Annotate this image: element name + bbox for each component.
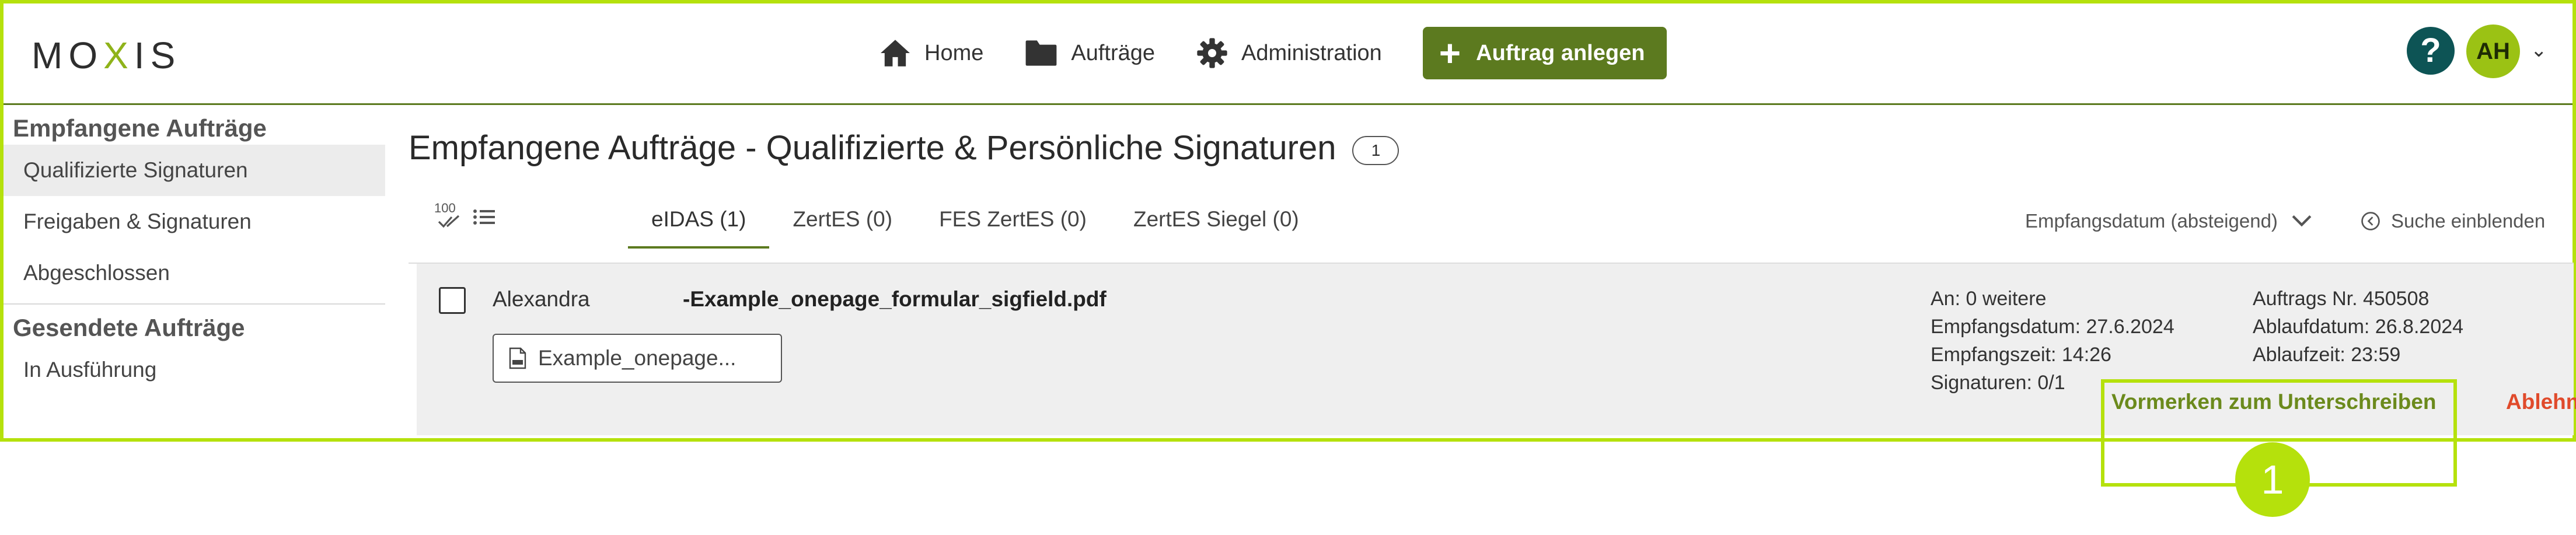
page-title-text: Empfangene Aufträge - Qualifizierte & Pe…	[409, 129, 1336, 167]
sidebar-item-completed[interactable]: Abgeschlossen	[4, 247, 385, 299]
folder-icon	[1025, 40, 1057, 66]
file-chip-label: Example_onepage...	[538, 346, 737, 370]
chevron-down-icon	[2292, 215, 2312, 227]
page-title: Empfangene Aufträge - Qualifizierte & Pe…	[409, 128, 1399, 167]
nav-orders[interactable]: Aufträge	[1024, 39, 1155, 67]
home-icon	[881, 40, 910, 67]
order-recipients: An: 0 weitere	[1931, 288, 2047, 310]
nav-home-label: Home	[924, 40, 984, 65]
chevron-down-icon[interactable]: ⌄	[2530, 39, 2547, 62]
order-expiry-date: Ablaufdatum: 26.8.2024	[2253, 316, 2464, 338]
order-number: Auftrags Nr. 450508	[2253, 288, 2430, 310]
moxis-logo[interactable]: MOXIS	[32, 34, 181, 77]
nav-administration-label: Administration	[1241, 40, 1382, 65]
list-view-icon[interactable]	[473, 208, 496, 226]
sidebar-item-in-progress[interactable]: In Ausführung	[4, 344, 385, 396]
nav-orders-label: Aufträge	[1071, 40, 1156, 65]
user-avatar[interactable]: AH	[2466, 25, 2520, 78]
main-nav: Home Aufträge Administration + Auftrag a…	[879, 27, 1667, 79]
view-toggle[interactable]: 100	[433, 201, 496, 230]
reject-button[interactable]: Ablehnen	[2506, 390, 2576, 414]
pdf-file-icon	[509, 347, 526, 369]
chevron-circle-icon	[2361, 212, 2380, 230]
order-document-name[interactable]: -Example_onepage_formular_sigfield.pdf	[683, 287, 1107, 312]
tab-eidas[interactable]: eIDAS (1)	[628, 193, 770, 249]
signature-type-tabs: eIDAS (1) ZertES (0) FES ZertES (0) Zert…	[628, 193, 1322, 249]
order-received-time: Empfangszeit: 14:26	[1931, 344, 2111, 366]
order-sender: Alexandra	[493, 287, 590, 311]
sort-select[interactable]: Empfangsdatum (absteigend)	[2025, 210, 2312, 232]
sidebar: Empfangene Aufträge Qualifizierte Signat…	[4, 105, 389, 438]
file-chip[interactable]: Example_onepage...	[493, 334, 782, 383]
sort-label: Empfangsdatum (absteigend)	[2025, 210, 2278, 232]
new-order-button[interactable]: + Auftrag anlegen	[1422, 27, 1667, 79]
order-received-date: Empfangsdatum: 27.6.2024	[1931, 316, 2174, 338]
order-expiry-time: Ablaufzeit: 23:59	[2253, 344, 2401, 366]
sidebar-heading-sent: Gesendete Aufträge	[13, 314, 245, 341]
sidebar-item-qualified-signatures[interactable]: Qualifizierte Signaturen	[4, 145, 385, 196]
plus-icon: +	[1439, 32, 1461, 74]
sidebar-heading-received: Empfangene Aufträge	[13, 114, 267, 142]
nav-home[interactable]: Home	[879, 39, 983, 68]
tab-fes-zertes[interactable]: FES ZertES (0)	[916, 193, 1110, 246]
top-header: MOXIS Home Aufträge Administration + Auf…	[4, 4, 2572, 105]
gear-icon	[1197, 38, 1227, 68]
order-meta-right: Auftrags Nr. 450508 Ablaufdatum: 26.8.20…	[2253, 285, 2463, 369]
help-icon[interactable]: ?	[2407, 27, 2455, 75]
tab-zertes-siegel[interactable]: ZertES Siegel (0)	[1110, 193, 1322, 246]
row-checkbox[interactable]	[439, 287, 466, 314]
new-order-label: Auftrag anlegen	[1476, 40, 1645, 65]
select-all-icon[interactable]: 100	[433, 201, 468, 230]
nav-administration[interactable]: Administration	[1196, 37, 1382, 69]
tab-zertes[interactable]: ZertES (0)	[769, 193, 916, 246]
search-toggle[interactable]: Suche einblenden	[2361, 210, 2545, 232]
count-badge: 1	[1352, 135, 1399, 165]
sidebar-item-approvals-signatures[interactable]: Freigaben & Signaturen	[4, 196, 385, 247]
step-marker: 1	[2235, 442, 2310, 517]
search-toggle-label: Suche einblenden	[2391, 210, 2546, 232]
